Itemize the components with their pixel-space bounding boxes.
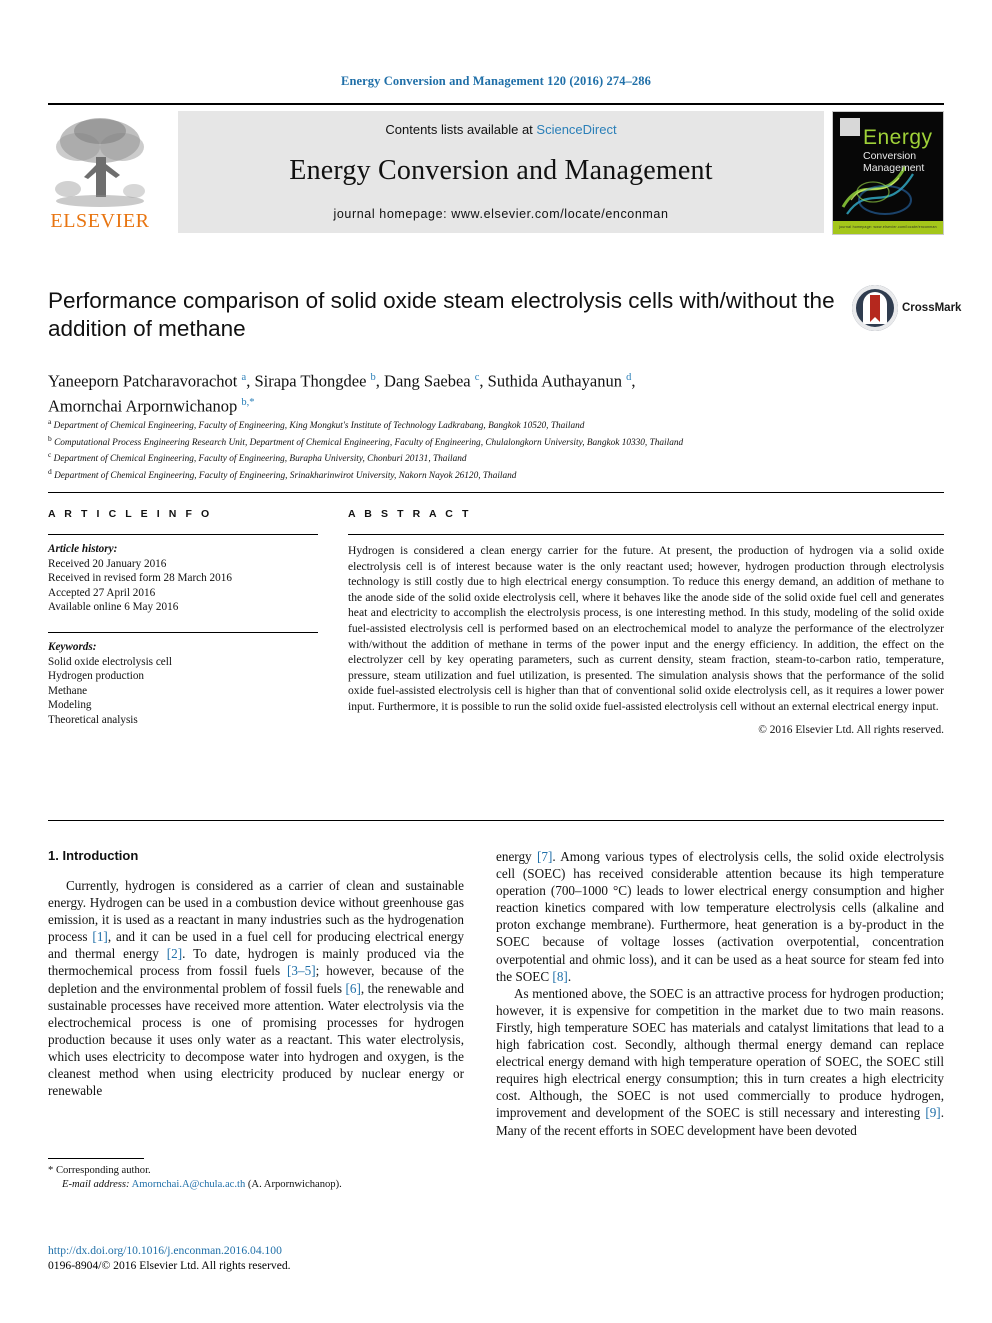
author-line-2: Amornchai Arpornwichanop b,* (48, 396, 255, 415)
affiliation-c: c Department of Chemical Engineering, Fa… (48, 450, 467, 465)
body-column-left: 1. Introduction Currently, hydrogen is c… (48, 848, 464, 1099)
intro-paragraph-right-1: energy [7]. Among various types of elect… (496, 849, 944, 984)
keywords-block: Keywords: Solid oxide electrolysis cell … (48, 640, 318, 728)
abstract-copyright: © 2016 Elsevier Ltd. All rights reserved… (758, 723, 944, 736)
history-accepted: Accepted 27 April 2016 (48, 586, 156, 599)
abstract-heading: A B S T R A C T (348, 508, 472, 520)
elsevier-tree-icon (55, 118, 145, 207)
elsevier-logo: ELSEVIER (48, 111, 152, 233)
paper-page: Energy Conversion and Management 120 (20… (0, 0, 992, 1323)
article-info-heading: A R T I C L E I N F O (48, 508, 213, 520)
abstract-text: Hydrogen is considered a clean energy ca… (348, 544, 944, 713)
sciencedirect-link[interactable]: ScienceDirect (536, 122, 616, 137)
keyword-item: Solid oxide electrolysis cell (48, 655, 172, 668)
history-revised: Received in revised form 28 March 2016 (48, 572, 232, 585)
cover-subtitle-line1: Conversion (863, 150, 917, 162)
keyword-item: Theoretical analysis (48, 713, 138, 726)
intro-paragraph-left: Currently, hydrogen is considered as a c… (48, 878, 464, 1099)
introduction-heading: 1. Introduction (48, 848, 139, 863)
author-line-1: Yaneeporn Patcharavorachot a, Sirapa Tho… (48, 371, 636, 391)
contents-box: Contents lists available at ScienceDirec… (178, 111, 824, 233)
corresponding-author-note: * Corresponding author. (48, 1165, 151, 1176)
email-note: E-mail address: Amornchai.A@chula.ac.th … (48, 1178, 464, 1192)
page-title: Performance comparison of solid oxide st… (48, 288, 835, 341)
journal-masthead: ELSEVIER Contents lists available at Sci… (48, 103, 944, 237)
running-head: Energy Conversion and Management 120 (20… (341, 74, 651, 88)
email-link[interactable]: Amornchai.A@chula.ac.th (132, 1179, 246, 1190)
crossmark-label: CrossMark (902, 302, 962, 314)
crossmark-inner-shape (863, 292, 887, 324)
keywords-label: Keywords: (48, 640, 97, 653)
cover-bottom-strip: journal homepage: www.elsevier.com/locat… (833, 221, 943, 234)
email-label: E-mail address: (62, 1179, 130, 1190)
article-history-block: Article history: Received 20 January 201… (48, 542, 318, 615)
affiliation-b: b Computational Process Engineering Rese… (48, 433, 684, 448)
body-column-right: energy [7]. Among various types of elect… (496, 848, 944, 1139)
affiliation-a: a Department of Chemical Engineering, Fa… (48, 417, 585, 432)
history-received: Received 20 January 2016 (48, 557, 167, 570)
keyword-item: Methane (48, 684, 88, 697)
abstract-column: A B S T R A C T Hydrogen is considered a… (348, 508, 944, 736)
elsevier-wordmark: ELSEVIER (50, 210, 150, 232)
keyword-item: Modeling (48, 699, 92, 712)
article-history-label: Article history: (48, 543, 118, 555)
doi-link[interactable]: http://dx.doi.org/10.1016/j.enconman.201… (48, 1243, 478, 1258)
issn-copyright-line: 0196-8904/© 2016 Elsevier Ltd. All right… (48, 1259, 291, 1272)
article-info-divider (48, 534, 318, 535)
email-suffix: (A. Arpornwichanop). (247, 1179, 342, 1190)
section-divider-top (48, 492, 944, 493)
section-divider-mid (48, 820, 944, 821)
cover-elsevier-mark (840, 118, 860, 136)
cover-strip-text: journal homepage: www.elsevier.com/locat… (839, 225, 937, 229)
doi-block: http://dx.doi.org/10.1016/j.enconman.201… (48, 1243, 478, 1273)
journal-cover-thumbnail: Energy Conversion Management journal hom… (832, 111, 944, 235)
keywords-divider (48, 631, 318, 633)
abstract-divider (348, 534, 944, 535)
cover-subtitle-line2: Management (863, 162, 925, 174)
footnote-divider (48, 1158, 144, 1159)
keyword-item: Hydrogen production (48, 670, 145, 683)
journal-homepage[interactable]: journal homepage: www.elsevier.com/locat… (178, 207, 824, 221)
affiliation-d: d Department of Chemical Engineering, Fa… (48, 467, 517, 482)
crossmark-badge[interactable]: CrossMark (852, 285, 961, 347)
intro-paragraph-right-2: As mentioned above, the SOEC is an attra… (496, 985, 944, 1138)
cover-subtitle: Conversion Management (863, 150, 924, 174)
history-online: Available online 6 May 2016 (48, 601, 179, 614)
author-list: Yaneeporn Patcharavorachot a, Sirapa Tho… (48, 367, 848, 416)
cover-title: Energy (863, 126, 933, 149)
crossmark-icon (852, 285, 898, 331)
article-info-column: A R T I C L E I N F O Article history: R… (48, 508, 318, 728)
contents-available-line: Contents lists available at ScienceDirec… (178, 111, 824, 137)
crossmark-bookmark-icon (870, 295, 880, 322)
affiliation-list: a Department of Chemical Engineering, Fa… (48, 416, 938, 483)
footnote-block: * Corresponding author. E-mail address: … (48, 1158, 464, 1192)
journal-title: Energy Conversion and Management (289, 155, 713, 186)
contents-prefix: Contents lists available at (385, 122, 537, 137)
